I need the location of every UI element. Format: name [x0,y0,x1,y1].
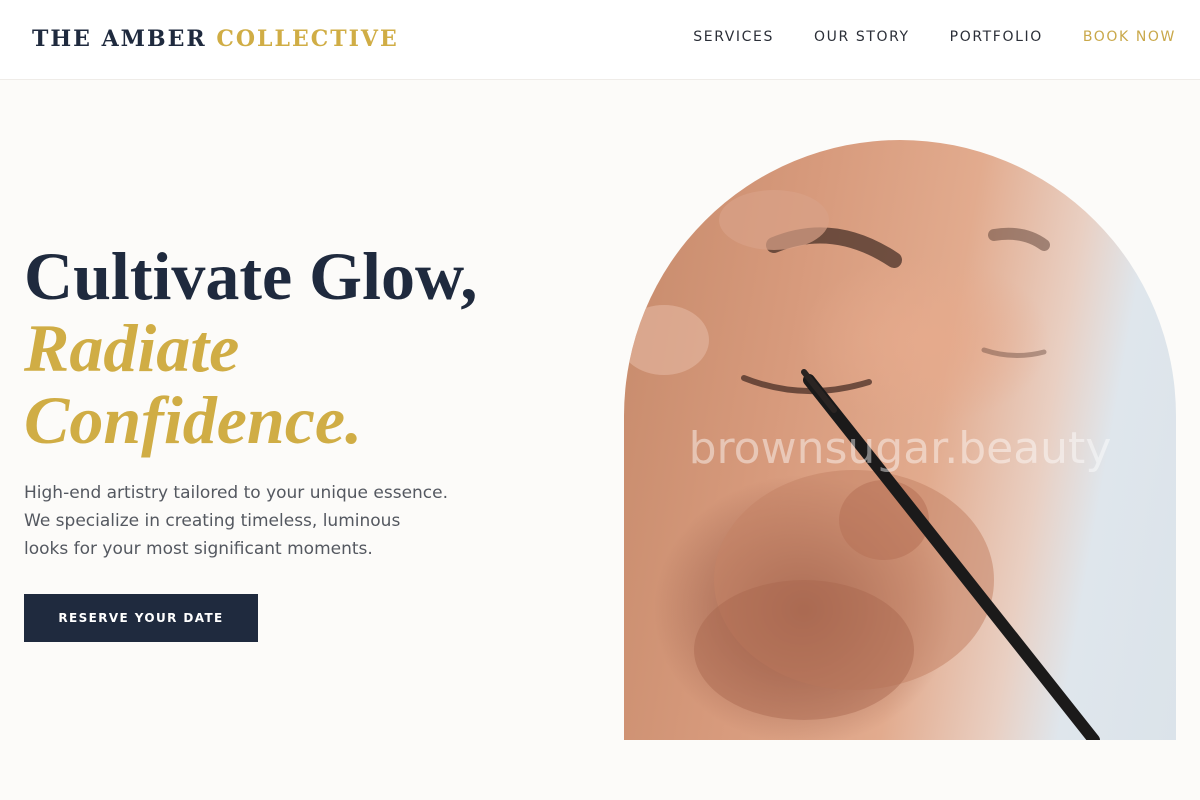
hero-description: High-end artistry tailored to your uniqu… [24,483,449,559]
image-watermark: brownsugar.beauty [688,423,1112,474]
hero-image: brownsugar.beauty [624,140,1176,740]
brand-name-primary: THE AMBER [32,26,207,52]
headline-line-2: Radiate [24,310,240,386]
nav-link-portfolio[interactable]: PORTFOLIO [950,29,1043,45]
site-header: THE AMBER COLLECTIVE SERVICES OUR STORY … [0,0,1200,80]
reserve-date-button[interactable]: RESERVE YOUR DATE [24,594,258,642]
headline-line-1: Cultivate Glow, [24,238,478,314]
hero-headline: Cultivate Glow, Radiate Confidence. [24,240,477,456]
nav-link-services[interactable]: SERVICES [693,29,774,45]
nav-link-our-story[interactable]: OUR STORY [814,29,910,45]
brand-logo[interactable]: THE AMBER COLLECTIVE [32,26,399,52]
main-nav: SERVICES OUR STORY PORTFOLIO BOOK NOW [693,29,1176,45]
headline-line-3: Confidence. [24,382,363,458]
nav-book-now-link[interactable]: BOOK NOW [1083,29,1176,45]
brand-name-accent: COLLECTIVE [216,26,399,52]
